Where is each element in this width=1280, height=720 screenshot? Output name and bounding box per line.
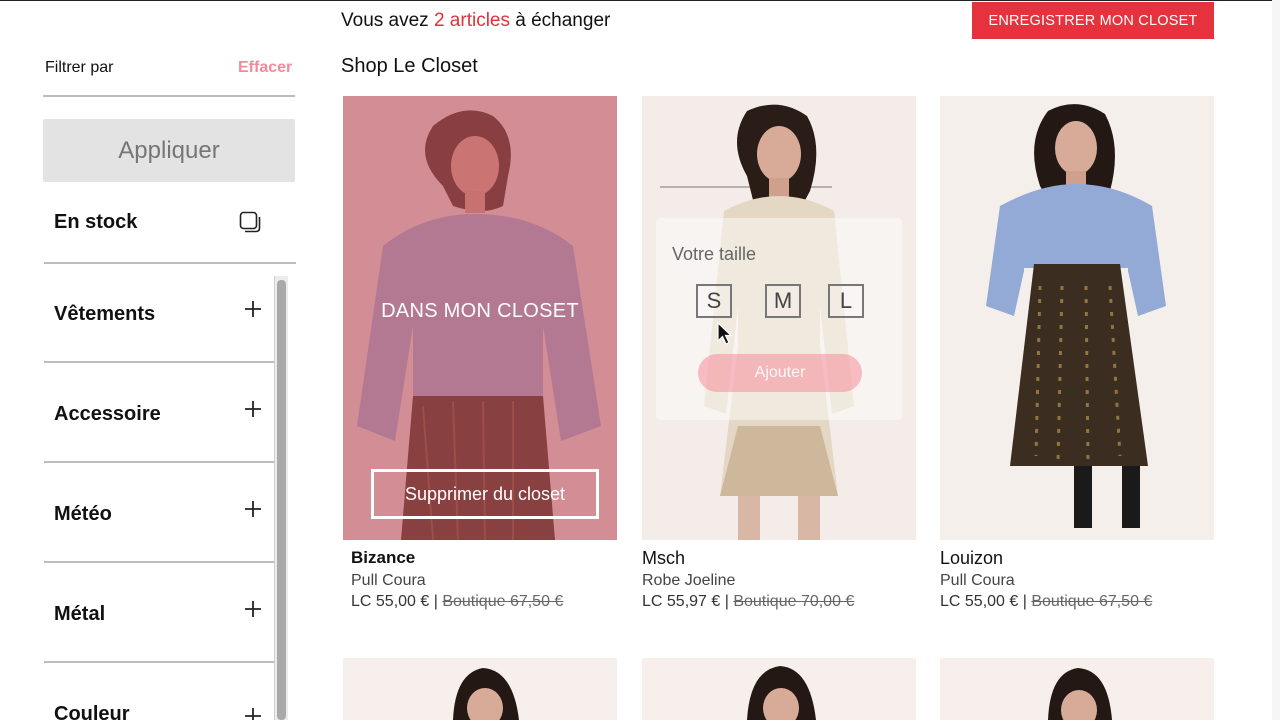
plus-icon (245, 601, 261, 617)
size-m-button[interactable]: M (765, 284, 801, 318)
size-s-button[interactable]: S (696, 284, 732, 318)
price-separator: | (429, 593, 443, 610)
product-name[interactable]: Pull Coura (351, 572, 426, 590)
in-closet-label: DANS MON CLOSET (381, 300, 579, 322)
model-photo (940, 658, 1214, 720)
closet-price: LC 55,00 € (940, 593, 1019, 610)
facet-accessoire[interactable]: Accessoire (44, 401, 274, 503)
plus-icon (245, 401, 261, 417)
facet-label: Vêtements (54, 303, 156, 325)
facet-label: Métal (54, 603, 106, 625)
add-to-closet-button[interactable]: Ajouter (698, 354, 862, 392)
exchange-prefix: Vous avez (341, 10, 434, 31)
product-brand[interactable]: Bizance (351, 548, 415, 568)
clear-filters-link[interactable]: Effacer (238, 59, 292, 77)
closet-price: LC 55,00 € (351, 593, 430, 610)
save-closet-button[interactable]: ENREGISTRER MON CLOSET (972, 2, 1214, 39)
size-l-button[interactable]: L (828, 284, 864, 318)
product-brand[interactable]: Louizon (940, 548, 1003, 569)
facet-label: Couleur (54, 703, 130, 720)
page-title: Shop Le Closet (341, 55, 478, 77)
plus-icon (245, 501, 261, 517)
model-photo (940, 96, 1214, 540)
product-brand[interactable]: Msch (642, 548, 685, 569)
product-photo[interactable] (940, 96, 1214, 540)
in-stock-checkbox[interactable] (239, 211, 261, 233)
product-price: LC 55,00 € | Boutique 67,50 € (351, 593, 563, 611)
closet-price: LC 55,97 € (642, 593, 721, 610)
model-photo (343, 658, 617, 720)
price-separator: | (1018, 593, 1032, 610)
divider (44, 561, 274, 563)
facet-label: Météo (54, 503, 112, 525)
mouse-cursor-icon (717, 322, 733, 345)
product-price: LC 55,00 € | Boutique 67,50 € (940, 593, 1152, 611)
facet-metal[interactable]: Métal (44, 601, 274, 703)
divider (44, 661, 274, 663)
product-card-next-row[interactable] (343, 658, 617, 720)
divider (44, 361, 274, 363)
apply-button[interactable]: Appliquer (43, 119, 295, 182)
boutique-price: Boutique 67,50 € (442, 593, 564, 610)
product-card-next-row[interactable] (642, 658, 916, 720)
size-selector-title: Votre taille (672, 244, 757, 264)
plus-icon (245, 301, 261, 317)
product-photo[interactable]: DANS MON CLOSET Supprimer du closet (343, 96, 617, 540)
divider (43, 95, 295, 97)
facet-couleur[interactable]: Couleur (44, 703, 274, 720)
boutique-price: Boutique 70,00 € (733, 593, 855, 610)
divider (44, 262, 296, 264)
sidebar-scroll-thumb[interactable] (277, 280, 286, 720)
price-separator: | (720, 593, 734, 610)
product-price: LC 55,97 € | Boutique 70,00 € (642, 593, 854, 611)
facet-meteo[interactable]: Météo (44, 501, 274, 603)
facet-label: Accessoire (54, 403, 161, 425)
filter-label: Filtrer par (45, 59, 114, 76)
exchange-suffix: à échanger (509, 10, 611, 31)
in-stock-label: En stock (54, 211, 138, 233)
exchange-count-link[interactable]: 2 articles (434, 10, 510, 31)
product-photo[interactable]: Votre taille S M L Ajouter (642, 96, 916, 540)
facet-vetements[interactable]: Vêtements (44, 301, 274, 403)
exchange-message: Vous avez 2 articles à échanger (341, 10, 610, 32)
divider (44, 461, 274, 463)
product-card-next-row[interactable] (940, 658, 1214, 720)
top-border (0, 0, 1280, 1)
product-name[interactable]: Pull Coura (940, 572, 1015, 590)
model-photo (642, 658, 916, 720)
product-name[interactable]: Robe Joeline (642, 572, 735, 590)
plus-icon (245, 708, 261, 720)
window-edge (1272, 0, 1280, 720)
boutique-price: Boutique 67,50 € (1031, 593, 1153, 610)
remove-from-closet-button[interactable]: Supprimer du closet (371, 469, 599, 519)
